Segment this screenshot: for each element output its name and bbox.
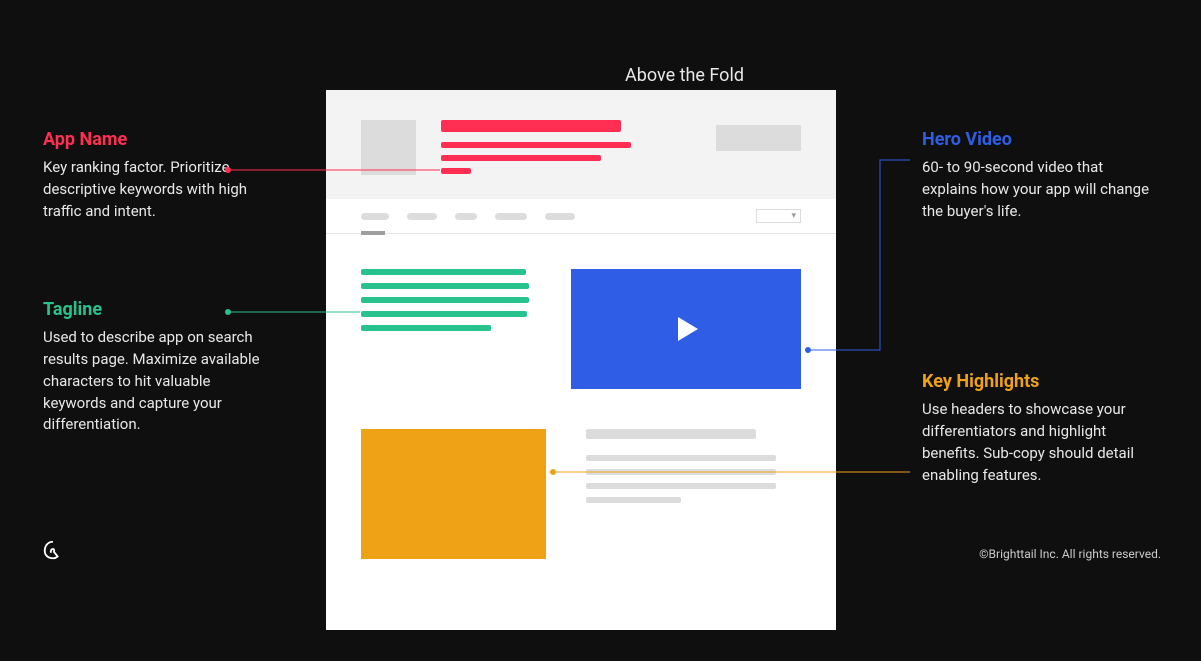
annotation-hero-video-body: 60- to 90-second video that explains how… <box>922 157 1152 222</box>
annotation-app-name: App Name Key ranking factor. Prioritize … <box>43 128 273 223</box>
mockup-header <box>326 90 836 199</box>
app-name-placeholder <box>441 120 691 174</box>
tab-placeholder <box>495 213 527 220</box>
app-listing-mockup <box>326 90 836 630</box>
dropdown-placeholder <box>756 209 801 223</box>
annotation-tagline: Tagline Used to describe app on search r… <box>43 298 273 436</box>
annotation-key-highlights-heading: Key Highlights <box>922 370 1152 393</box>
highlight-image-placeholder <box>361 429 546 559</box>
tab-placeholder <box>407 213 437 220</box>
annotation-tagline-heading: Tagline <box>43 298 273 321</box>
annotation-tagline-body: Used to describe app on search results p… <box>43 327 273 436</box>
section-title: Above the Fold <box>625 65 744 86</box>
tab-placeholder <box>545 213 575 220</box>
annotation-hero-video-heading: Hero Video <box>922 128 1152 151</box>
brighttail-logo-icon <box>42 539 64 561</box>
annotation-app-name-body: Key ranking factor. Prioritize descripti… <box>43 157 273 222</box>
hero-video-placeholder <box>571 269 801 389</box>
annotation-key-highlights: Key Highlights Use headers to showcase y… <box>922 370 1152 486</box>
app-icon-placeholder <box>361 120 416 175</box>
copyright-text: ©Brighttail Inc. All rights reserved. <box>979 547 1161 561</box>
cta-button-placeholder <box>716 125 801 151</box>
highlight-text-placeholder <box>586 429 801 511</box>
mockup-tabs <box>326 199 836 234</box>
annotation-app-name-heading: App Name <box>43 128 273 151</box>
annotation-hero-video: Hero Video 60- to 90-second video that e… <box>922 128 1152 223</box>
tab-placeholder <box>455 213 477 220</box>
tab-placeholder <box>361 213 389 220</box>
active-tab-indicator <box>361 231 385 235</box>
annotation-key-highlights-body: Use headers to showcase your differentia… <box>922 399 1152 486</box>
play-icon <box>678 317 698 341</box>
tagline-placeholder <box>361 269 531 339</box>
